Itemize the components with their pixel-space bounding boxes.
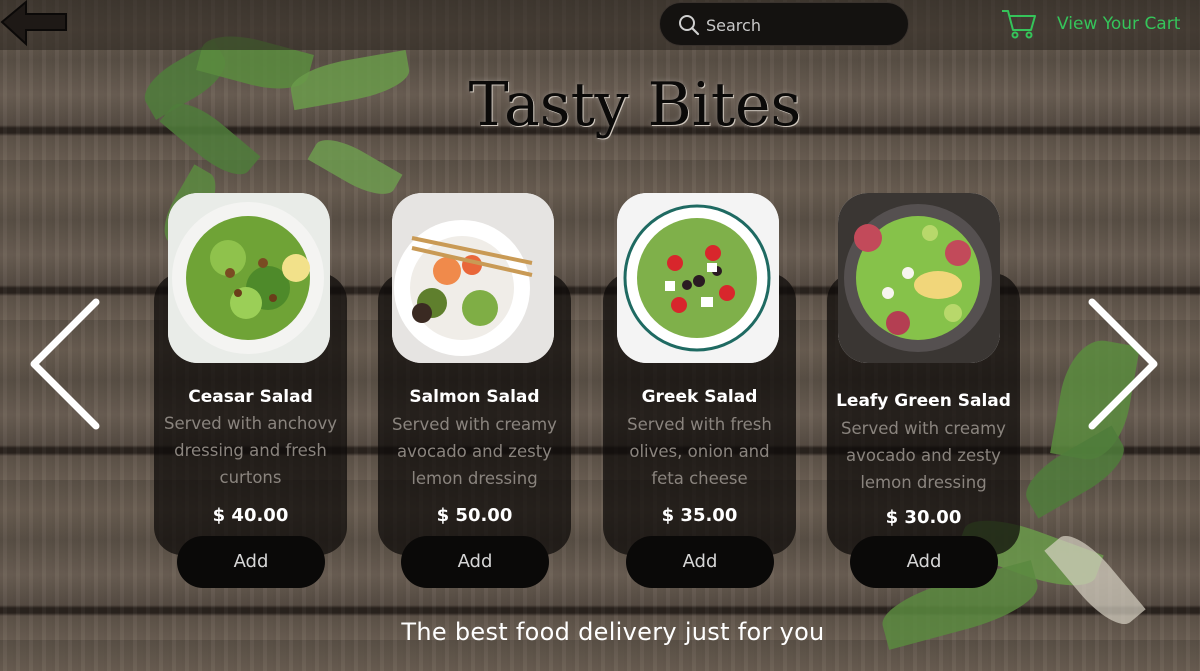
product-description: Served with fresh olives, onion and feta… xyxy=(627,415,772,488)
product-image[interactable] xyxy=(168,193,330,363)
product-description: Served with anchovy dressing and fresh c… xyxy=(163,414,338,487)
product-price: $ 50.00 xyxy=(436,505,513,526)
add-to-cart-button[interactable]: Add xyxy=(177,536,325,588)
product-name: Leafy Green Salad xyxy=(836,391,1011,411)
product-card: Leafy Green Salad Served with creamy avo… xyxy=(827,193,1020,593)
product-description: Served with creamy avocado and zesty lem… xyxy=(841,419,1006,492)
add-to-cart-button[interactable]: Add xyxy=(850,536,998,588)
tagline: The best food delivery just for you xyxy=(401,618,825,646)
product-card: Greek Salad Served with fresh olives, on… xyxy=(603,193,796,593)
product-image[interactable] xyxy=(392,193,554,363)
product-description: Served with creamy avocado and zesty lem… xyxy=(392,415,557,488)
chevron-left-icon xyxy=(30,298,100,430)
chevron-right-icon xyxy=(1088,298,1158,430)
product-card: Salmon Salad Served with creamy avocado … xyxy=(378,193,571,593)
product-price: $ 35.00 xyxy=(661,505,738,526)
add-to-cart-button[interactable]: Add xyxy=(626,536,774,588)
shopping-cart-icon xyxy=(1002,10,1036,39)
carousel-prev-button[interactable] xyxy=(26,296,104,432)
view-cart-link[interactable]: View Your Cart xyxy=(1001,6,1180,42)
product-card: Ceasar Salad Served with anchovy dressin… xyxy=(154,193,347,593)
carousel-next-button[interactable] xyxy=(1084,296,1162,432)
product-price: $ 40.00 xyxy=(212,505,289,526)
search-icon xyxy=(679,15,700,36)
add-to-cart-button[interactable]: Add xyxy=(401,536,549,588)
product-price: $ 30.00 xyxy=(885,507,962,528)
cart-label: View Your Cart xyxy=(1057,14,1181,34)
product-image[interactable] xyxy=(617,193,779,363)
product-image[interactable] xyxy=(838,193,1000,363)
product-name: Ceasar Salad xyxy=(188,387,313,407)
back-arrow-icon xyxy=(0,0,67,47)
product-name: Greek Salad xyxy=(641,387,758,407)
back-button[interactable] xyxy=(0,0,70,48)
page-title: Tasty Bites xyxy=(468,70,802,140)
search-bar[interactable] xyxy=(659,2,909,46)
product-name: Salmon Salad xyxy=(409,387,540,407)
search-input[interactable] xyxy=(704,11,898,39)
